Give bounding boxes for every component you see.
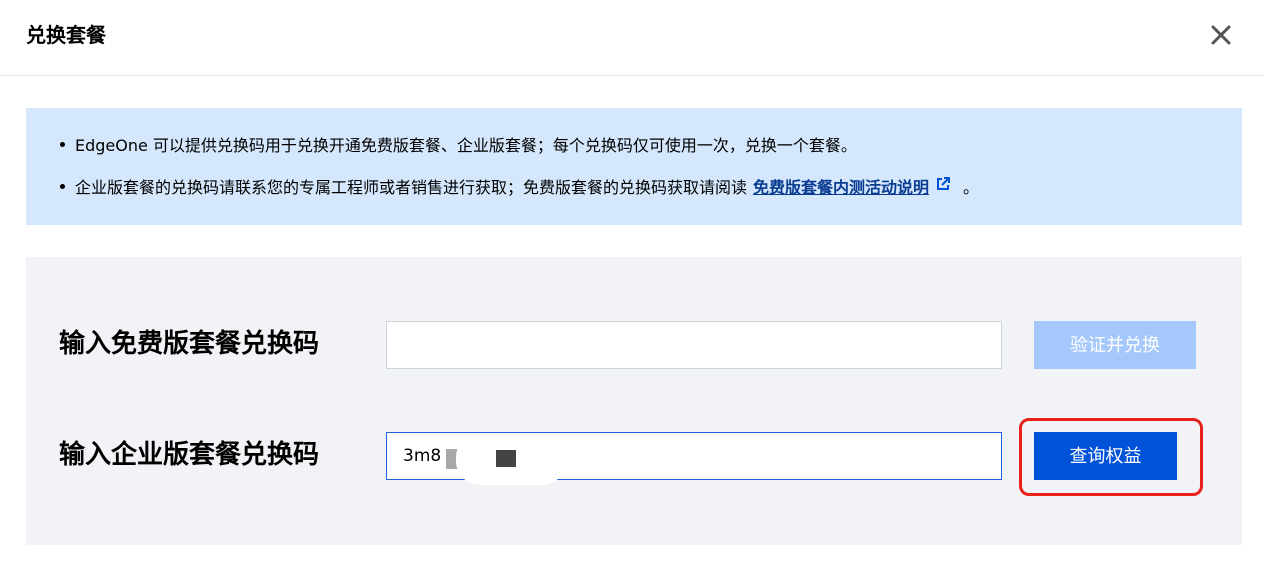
free-plan-activity-link[interactable]: 免费版套餐内测活动说明	[753, 178, 929, 197]
external-link-icon[interactable]	[935, 176, 951, 198]
dialog-title: 兑换套餐	[26, 23, 106, 47]
notice-text-suffix: 。	[963, 178, 980, 197]
redeem-panel: 输入免费版套餐兑换码 验证并兑换 输入企业版套餐兑换码 3m8 查询权益	[26, 257, 1242, 545]
enterprise-code-label: 输入企业版套餐兑换码	[59, 440, 320, 470]
verify-and-redeem-button[interactable]: 验证并兑换	[1034, 321, 1196, 369]
redaction-mark	[496, 450, 516, 467]
info-notice: EdgeOne 可以提供兑换码用于兑换开通免费版套餐、企业版套餐；每个兑换码仅可…	[26, 108, 1242, 225]
notice-item: EdgeOne 可以提供兑换码用于兑换开通免费版套餐、企业版套餐；每个兑换码仅可…	[60, 135, 857, 157]
notice-item: 企业版套餐的兑换码请联系您的专属工程师或者销售进行获取；免费版套餐的兑换码获取请…	[60, 176, 980, 200]
free-code-input[interactable]	[386, 321, 1002, 369]
notice-text: 企业版套餐的兑换码请联系您的专属工程师或者销售进行获取；免费版套餐的兑换码获取请…	[75, 178, 748, 197]
bullet-icon	[60, 184, 65, 189]
notice-text: EdgeOne 可以提供兑换码用于兑换开通免费版套餐、企业版套餐；每个兑换码仅可…	[75, 136, 857, 155]
highlight-box	[1019, 418, 1203, 496]
bullet-icon	[60, 142, 65, 147]
dialog-header: 兑换套餐	[0, 0, 1264, 76]
free-code-label: 输入免费版套餐兑换码	[59, 329, 320, 359]
close-icon[interactable]	[1206, 20, 1236, 50]
